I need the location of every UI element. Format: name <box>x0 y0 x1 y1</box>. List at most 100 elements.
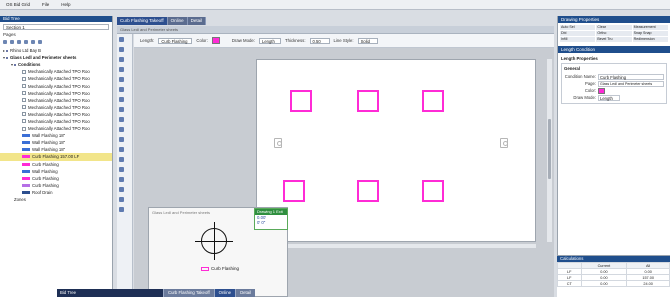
tree-item[interactable]: Mechanically Attached TPO Roo <box>0 118 112 125</box>
draw-mode-select-right[interactable]: Length <box>598 94 620 101</box>
redo-icon[interactable] <box>119 167 124 172</box>
fit-icon[interactable] <box>119 87 124 92</box>
tree-item[interactable]: Mechanically Attached TPO Roo <box>0 82 112 89</box>
section-combo[interactable]: Section 1 <box>3 24 109 30</box>
tree-checkbox[interactable] <box>22 126 26 131</box>
expand-icon[interactable] <box>3 40 7 44</box>
curb-flashing-box[interactable] <box>357 180 379 202</box>
drawing-canvas[interactable]: Glass Ledl and Perimeter sheets Curb Fla… <box>134 48 554 297</box>
palette-measurement[interactable]: Measurement <box>632 25 668 30</box>
tab-takeoff[interactable]: Curb Flashing Takeoff <box>117 17 168 25</box>
folder-icon[interactable] <box>31 40 35 44</box>
select-tool-icon[interactable] <box>119 37 124 42</box>
condition-name-input[interactable]: Curb Flashing <box>598 73 664 80</box>
menubar-app[interactable]: OS Bid Grid <box>6 2 30 7</box>
tree-item[interactable]: Wall Flashing 18" <box>0 146 112 153</box>
tree-item[interactable]: Wall Flashing 18" <box>0 139 112 146</box>
scroll-thumb[interactable] <box>548 119 551 179</box>
menubar-help[interactable]: Help <box>61 2 70 7</box>
bottom-tab-takeoff[interactable]: Curb Flashing Takeoff <box>163 289 214 297</box>
tree-checkbox[interactable] <box>22 76 26 81</box>
measure-tool-icon[interactable] <box>119 137 124 142</box>
condition-color-swatch <box>22 190 30 194</box>
tree-item[interactable]: Curb Flashing <box>0 175 112 182</box>
tree-item[interactable]: Mechanically Attached TPO Roo <box>0 68 112 75</box>
settings-icon[interactable] <box>119 207 124 212</box>
line-tool-icon[interactable] <box>119 97 124 102</box>
tree-checkbox[interactable] <box>22 112 26 117</box>
tree-item[interactable]: Curb Flashing <box>0 161 112 168</box>
zoom-in-icon[interactable] <box>119 57 124 62</box>
draw-mode-label: Draw Mode: <box>231 38 255 43</box>
zoom-out-icon[interactable] <box>119 67 124 72</box>
color-label: Color: <box>196 38 208 43</box>
length-condition-select[interactable]: Curb Flashing <box>158 37 193 44</box>
tree-item[interactable]: Mechanically Attached TPO Roo <box>0 111 112 118</box>
color-picker[interactable] <box>211 37 220 44</box>
tree-item-label: Conditions <box>18 62 41 68</box>
palette-snap[interactable]: Snap Snap <box>632 31 668 36</box>
tree-checkbox[interactable] <box>22 105 26 110</box>
curb-flashing-box[interactable] <box>422 90 444 112</box>
highlight-icon[interactable] <box>119 147 124 152</box>
palette-dbl[interactable]: Dbl <box>560 31 596 36</box>
tab-detail[interactable]: Detail <box>187 17 207 25</box>
area-tool-icon[interactable] <box>119 107 124 112</box>
tree-item[interactable]: Roof Drain <box>0 189 112 196</box>
tab-online[interactable]: Online <box>167 17 188 25</box>
tree-checkbox[interactable] <box>22 84 26 89</box>
tree-item[interactable]: ▾ Conditions <box>0 61 112 68</box>
curb-flashing-box[interactable] <box>422 180 444 202</box>
palette-ortho[interactable]: Ortho <box>596 31 632 36</box>
horizontal-scrollbar[interactable] <box>256 244 536 248</box>
tree-checkbox[interactable] <box>22 91 26 96</box>
tree-checkbox[interactable] <box>22 98 26 103</box>
tree-item[interactable]: Mechanically Attached TPO Roo <box>0 125 112 132</box>
tree-item-label: Mechanically Attached TPO Roo <box>28 90 90 96</box>
tree-checkbox[interactable] <box>22 69 26 74</box>
filter-icon[interactable] <box>24 40 28 44</box>
plan-sheet[interactable] <box>256 59 536 242</box>
pan-tool-icon[interactable] <box>119 47 124 52</box>
menubar-file[interactable]: File <box>42 2 49 7</box>
draw-mode-select[interactable]: Length <box>258 37 281 44</box>
text-tool-icon[interactable] <box>119 127 124 132</box>
rotate-icon[interactable] <box>119 77 124 82</box>
refresh-icon[interactable] <box>38 40 42 44</box>
tree-item[interactable]: Curb Flashing 157.00 LF <box>0 153 112 161</box>
collapse-icon[interactable] <box>10 40 14 44</box>
tree-checkbox[interactable] <box>22 119 26 124</box>
tree-item[interactable]: Zones <box>0 196 112 203</box>
condition-color-swatch <box>22 169 30 173</box>
palette-redimension[interactable]: Redimension <box>632 37 668 42</box>
palette-infill[interactable]: Infill <box>560 37 596 42</box>
cut-icon[interactable] <box>119 177 124 182</box>
tree-item[interactable]: Curb Flashing <box>0 182 112 189</box>
add-icon[interactable] <box>17 40 21 44</box>
tree-item[interactable]: Wall Flashing 18" <box>0 132 112 139</box>
vertical-scrollbar[interactable] <box>547 59 552 242</box>
palette-clear[interactable]: Clear <box>596 25 632 30</box>
tree-item[interactable]: Wall Flashing <box>0 168 112 175</box>
bottom-combo[interactable]: Bid Tree <box>57 289 163 297</box>
delete-icon[interactable] <box>119 197 124 202</box>
tree-item[interactable]: ▾ Glass Ledl and Perimeter sheets <box>0 54 112 61</box>
palette-bevel[interactable]: Bevel Tru <box>596 37 632 42</box>
curb-flashing-box[interactable] <box>357 90 379 112</box>
curb-flashing-box[interactable] <box>290 90 312 112</box>
tree-item[interactable]: ▸ Rhino Ltd Bay B <box>0 47 112 54</box>
curb-flashing-box[interactable] <box>283 180 305 202</box>
tree-item[interactable]: Mechanically Attached TPO Roo <box>0 97 112 104</box>
bottom-tab-online[interactable]: Online <box>213 289 236 297</box>
count-tool-icon[interactable] <box>119 117 124 122</box>
tree-item[interactable]: Mechanically Attached TPO Roo <box>0 90 112 97</box>
palette-auto-sel[interactable]: Auto Sel <box>560 25 596 30</box>
line-style-select[interactable]: Solid <box>357 37 378 44</box>
thickness-input[interactable]: 0.50 <box>309 37 330 44</box>
color-swatch-button[interactable] <box>598 87 605 94</box>
bottom-tab-detail[interactable]: Detail <box>235 289 256 297</box>
tree-item[interactable]: Mechanically Attached TPO Roo <box>0 104 112 111</box>
copy-icon[interactable] <box>119 187 124 192</box>
undo-icon[interactable] <box>119 157 124 162</box>
tree-item[interactable]: Mechanically Attached TPO Roo <box>0 75 112 82</box>
